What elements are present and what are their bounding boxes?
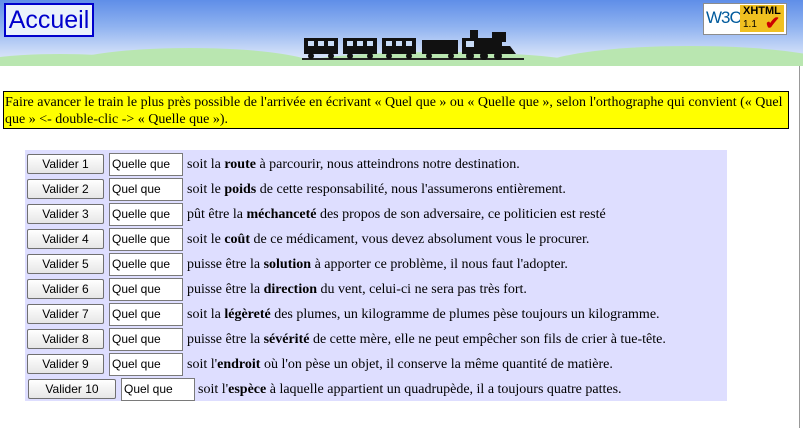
validate-button[interactable]: Valider 9 bbox=[27, 354, 104, 374]
validate-button[interactable]: Valider 4 bbox=[27, 229, 104, 249]
sentence-keyword: route bbox=[224, 157, 256, 172]
answer-field[interactable]: Quel que bbox=[121, 378, 195, 401]
answer-field[interactable]: Quel que bbox=[109, 278, 183, 301]
sentence-end: à laquelle appartient un quadrupède, il … bbox=[266, 382, 622, 397]
answer-field[interactable]: Quel que bbox=[109, 328, 183, 351]
instructions-box: Faire avancer le train le plus près poss… bbox=[3, 91, 789, 129]
sentence-text: soit l'espèce à laquelle appartient un q… bbox=[198, 381, 622, 398]
sentence-text: soit le coût de ce médicament, vous deve… bbox=[187, 231, 589, 248]
sentence-start: soit la bbox=[187, 157, 225, 172]
hill-shape bbox=[540, 46, 803, 66]
sentence-text: soit le poids de cette responsabilité, n… bbox=[187, 181, 566, 198]
sentence-end: des propos de son adversaire, ce politic… bbox=[316, 207, 606, 222]
answer-field[interactable]: Quel que bbox=[109, 303, 183, 326]
answer-field[interactable]: Quelle que bbox=[109, 203, 183, 226]
sentence-text: puisse être la sévérité de cette mère, e… bbox=[187, 331, 666, 348]
sentence-keyword: méchanceté bbox=[246, 207, 317, 222]
sentence-text: puisse être la solution à apporter ce pr… bbox=[187, 256, 568, 273]
frame-border bbox=[799, 66, 800, 428]
sentence-text: pût être la méchanceté des propos de son… bbox=[187, 206, 606, 223]
sentence-end: de cette responsabilité, nous l'assumero… bbox=[256, 182, 566, 197]
train-icon bbox=[302, 30, 524, 60]
answer-field[interactable]: Quel que bbox=[109, 353, 183, 376]
answer-field[interactable]: Quelle que bbox=[109, 253, 183, 276]
xhtml-version: 1.1 bbox=[743, 19, 757, 30]
sentence-end: de ce médicament, vous devez absolument … bbox=[250, 232, 590, 247]
sentence-start: pût être la bbox=[187, 207, 247, 222]
answer-field[interactable]: Quelle que bbox=[109, 153, 183, 176]
w3c-xhtml-badge[interactable]: W3C XHTML 1.1 ✔ bbox=[703, 3, 787, 35]
validate-button[interactable]: Valider 10 bbox=[28, 379, 116, 399]
validate-button[interactable]: Valider 1 bbox=[27, 154, 104, 174]
checkmark-icon: ✔ bbox=[765, 13, 781, 33]
sentence-keyword: solution bbox=[263, 257, 312, 272]
sentence-text: soit la légèreté des plumes, un kilogram… bbox=[187, 306, 660, 323]
validate-button[interactable]: Valider 8 bbox=[27, 329, 104, 349]
sentence-start: puisse être la bbox=[187, 332, 264, 347]
validate-button[interactable]: Valider 6 bbox=[27, 279, 104, 299]
w3c-logo-text: W3C bbox=[706, 8, 742, 27]
header-banner: Accueil W3C XHTML 1.1 ✔ bbox=[0, 0, 803, 66]
sentence-start: puisse être la bbox=[187, 282, 264, 297]
sentence-keyword: légèreté bbox=[224, 307, 271, 322]
validate-button[interactable]: Valider 7 bbox=[27, 304, 104, 324]
sentence-end: du vent, celui-ci ne sera pas très fort. bbox=[317, 282, 527, 297]
sentence-end: où l'on pèse un objet, il conserve la mê… bbox=[260, 357, 613, 372]
sentence-end: à parcourir, nous atteindrons notre dest… bbox=[255, 157, 520, 172]
sentence-keyword: poids bbox=[224, 182, 257, 197]
sentence-start: soit l' bbox=[198, 382, 229, 397]
sentence-start: soit l' bbox=[187, 357, 218, 372]
sentence-start: soit le bbox=[187, 232, 225, 247]
sentence-keyword: endroit bbox=[217, 357, 261, 372]
xhtml-label-box: XHTML 1.1 ✔ bbox=[740, 5, 784, 33]
validate-button[interactable]: Valider 2 bbox=[27, 179, 104, 199]
sentence-start: soit la bbox=[187, 307, 225, 322]
sentence-end: de cette mère, elle ne peut empêcher son… bbox=[309, 332, 666, 347]
validate-button[interactable]: Valider 5 bbox=[27, 254, 104, 274]
sentence-keyword: coût bbox=[224, 232, 251, 247]
sentence-start: soit le bbox=[187, 182, 225, 197]
sentence-text: soit l'endroit où l'on pèse un objet, il… bbox=[187, 356, 613, 373]
answer-field[interactable]: Quel que bbox=[109, 178, 183, 201]
sentence-end: à apporter ce problème, il nous faut l'a… bbox=[311, 257, 568, 272]
sentence-keyword: espèce bbox=[228, 382, 267, 397]
sentence-keyword: direction bbox=[263, 282, 317, 297]
sentence-end: des plumes, un kilogramme de plumes pèse… bbox=[270, 307, 660, 322]
sentence-text: soit la route à parcourir, nous atteindr… bbox=[187, 156, 520, 173]
sentence-text: puisse être la direction du vent, celui-… bbox=[187, 281, 527, 298]
validate-button[interactable]: Valider 3 bbox=[27, 204, 104, 224]
sentence-keyword: sévérité bbox=[263, 332, 310, 347]
sentence-start: puisse être la bbox=[187, 257, 264, 272]
answer-field[interactable]: Quelle que bbox=[109, 228, 183, 251]
home-button[interactable]: Accueil bbox=[4, 3, 94, 37]
